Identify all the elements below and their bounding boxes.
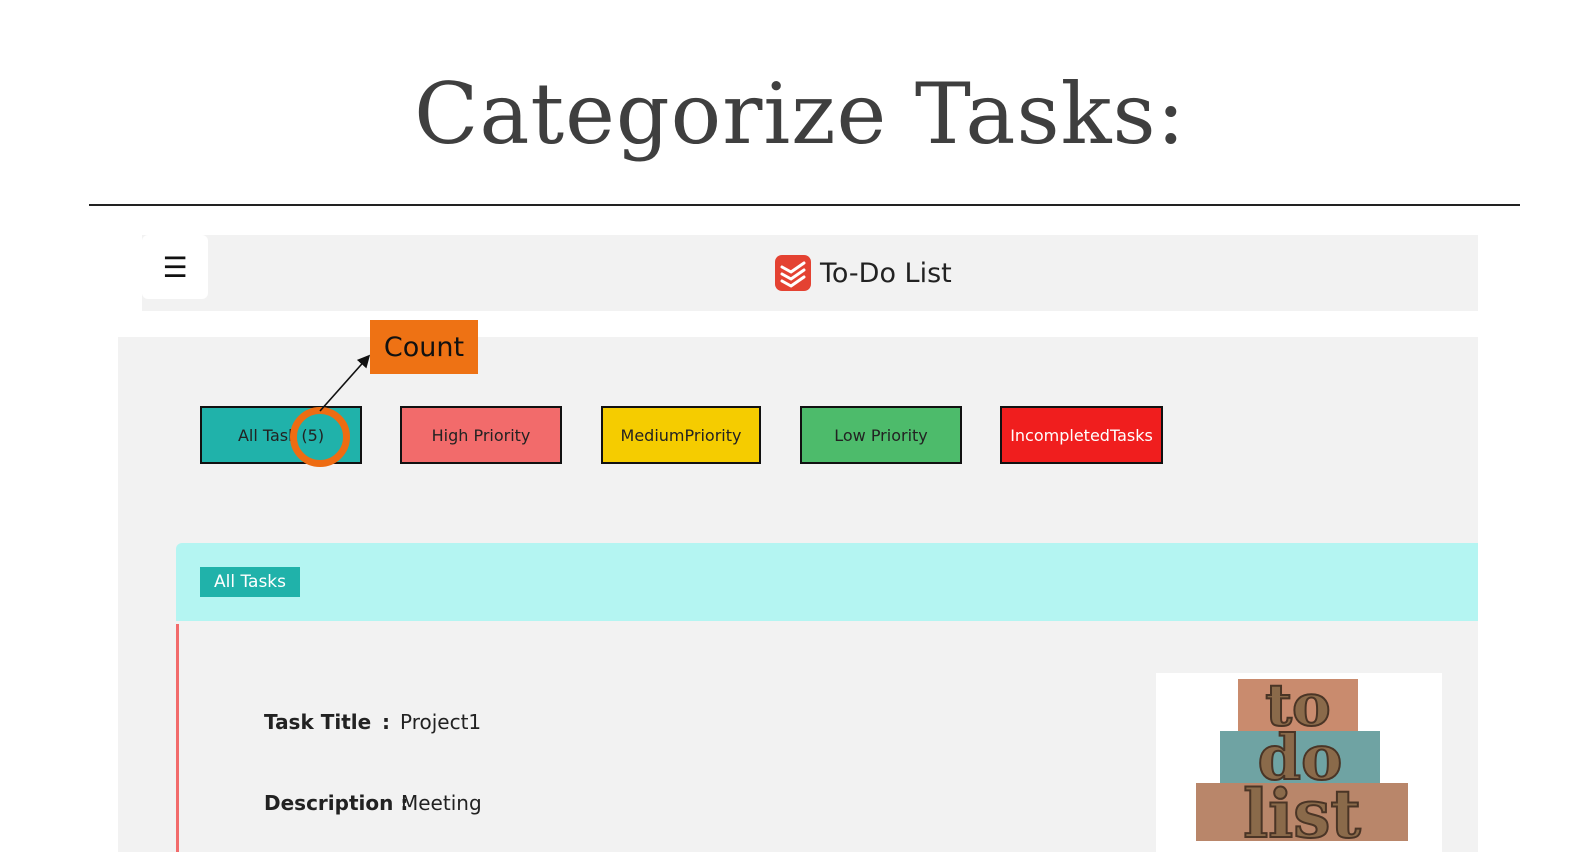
task-count-badge: (5) — [301, 425, 325, 445]
count-callout-label: Count — [370, 320, 478, 374]
section-label: All Tasks — [200, 567, 300, 597]
low-priority-filter-button[interactable]: Low Priority — [800, 406, 962, 464]
description-label: Description : — [264, 791, 409, 815]
menu-icon[interactable]: ☰ — [142, 235, 208, 299]
medium-priority-filter-button[interactable]: MediumPriority — [601, 406, 761, 464]
todo-list-image: to do list — [1156, 673, 1442, 852]
title-divider — [89, 204, 1520, 206]
section-header-bar — [176, 543, 1478, 621]
high-priority-filter-button[interactable]: High Priority — [400, 406, 562, 464]
description-value: Meeting — [401, 791, 482, 815]
task-title-label: Task Title — [264, 710, 372, 734]
filter-label: All Task — [237, 425, 298, 445]
incompleted-tasks-filter-button[interactable]: IncompletedTasks — [1000, 406, 1163, 464]
todoist-logo-icon — [775, 255, 811, 291]
task-title-value: Project1 — [400, 710, 482, 734]
app-brand: To-Do List — [774, 253, 952, 293]
task-title-colon: : — [382, 710, 390, 734]
slide-title: Categorize Tasks: — [414, 65, 1186, 163]
app-title: To-Do List — [820, 257, 952, 289]
image-word-list: list — [1243, 775, 1361, 852]
wood-type-illustration: to do list — [1196, 673, 1408, 852]
